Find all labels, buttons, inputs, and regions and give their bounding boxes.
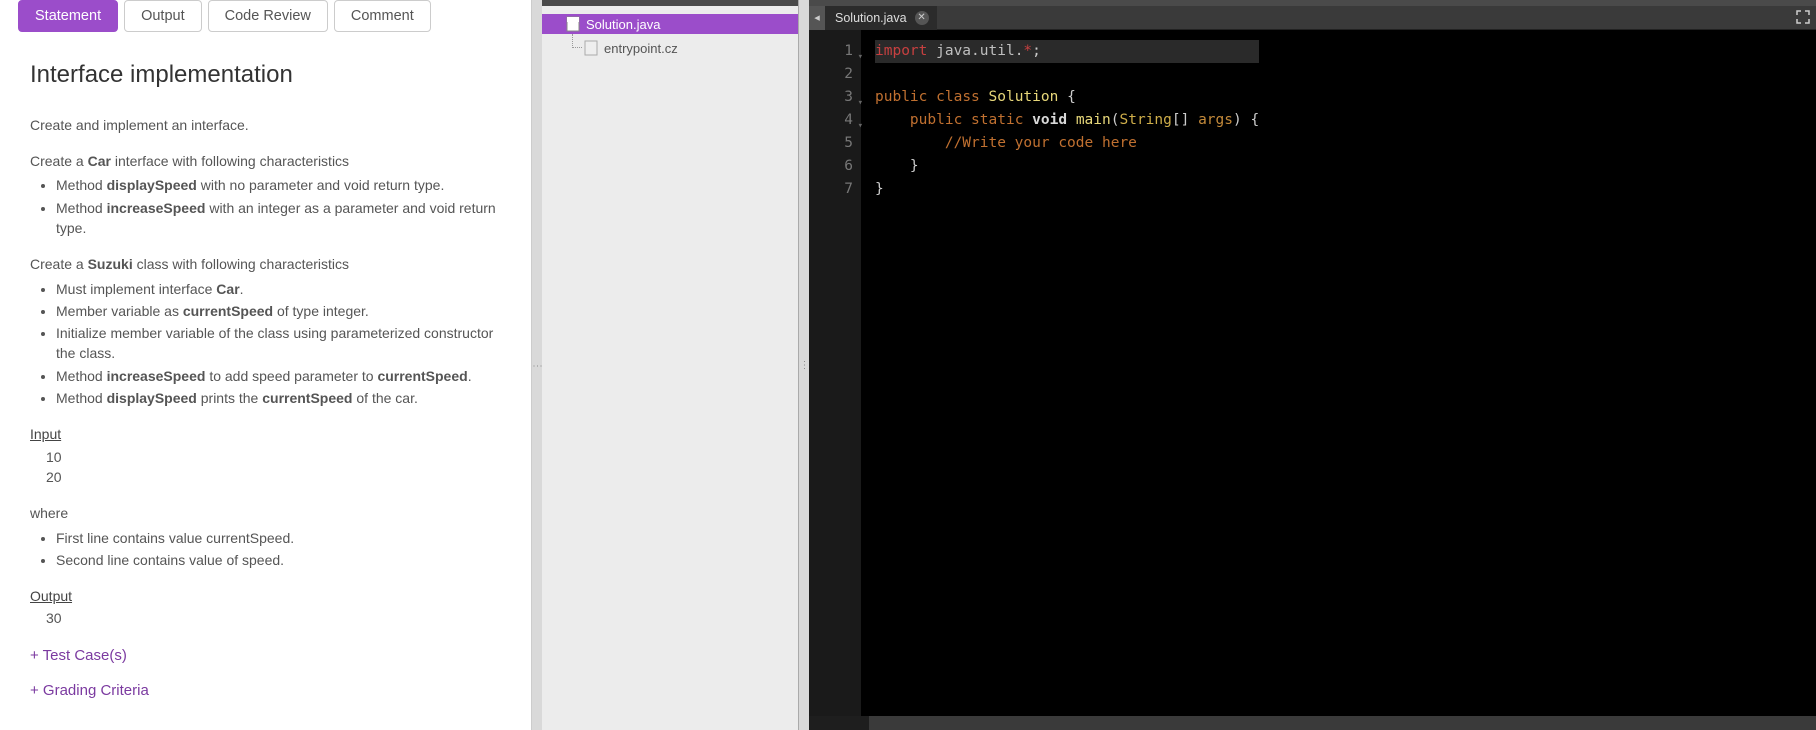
list-item: Member variable as currentSpeed of type …: [56, 301, 501, 321]
code-line: import java.util.*;: [875, 40, 1259, 63]
code-line: public class Solution {: [875, 86, 1259, 109]
statement-body: Interface implementation Create and impl…: [0, 32, 531, 730]
editor-tab-solution[interactable]: Solution.java ✕: [825, 6, 937, 30]
close-icon[interactable]: ✕: [915, 11, 929, 25]
line-gutter: 1▾ 2 3▾ 4▾ 5 6 7: [809, 30, 861, 716]
list-item: First line contains value currentSpeed.: [56, 528, 501, 548]
car-heading: Create a Car interface with following ch…: [30, 151, 501, 171]
tree-item-label: Solution.java: [586, 17, 660, 32]
list-item: Method increaseSpeed with an integer as …: [56, 198, 501, 239]
tree-toolbar: [542, 0, 798, 6]
file-tree-panel: Solution.java entrypoint.cz: [542, 0, 799, 730]
car-list: Method displaySpeed with no parameter an…: [30, 175, 501, 238]
code-line: }: [875, 178, 1259, 201]
input-label: Input: [30, 426, 61, 442]
suzuki-list: Must implement interface Car. Member var…: [30, 279, 501, 409]
tree-branch-line: [572, 34, 582, 48]
tab-code-review[interactable]: Code Review: [208, 0, 328, 32]
file-icon: [566, 16, 580, 32]
output-label: Output: [30, 588, 72, 604]
grading-expander[interactable]: + Grading Criteria: [30, 680, 501, 702]
tab-statement[interactable]: Statement: [18, 0, 118, 32]
list-item: Second line contains value of speed.: [56, 550, 501, 570]
vertical-splitter-left[interactable]: ⋮: [532, 0, 542, 730]
input-values: 10 20: [30, 447, 501, 488]
where-label: where: [30, 503, 501, 523]
testcases-expander[interactable]: + Test Case(s): [30, 645, 501, 667]
code-line: }: [875, 155, 1259, 178]
panel-tabs: Statement Output Code Review Comment: [0, 0, 531, 32]
list-item: Method displaySpeed with no parameter an…: [56, 175, 501, 195]
list-item: Must implement interface Car.: [56, 279, 501, 299]
problem-panel: Statement Output Code Review Comment Int…: [0, 0, 532, 730]
code-line: public static void main(String[] args) {: [875, 109, 1259, 132]
intro-text: Create and implement an interface.: [30, 115, 501, 135]
tab-comment[interactable]: Comment: [334, 0, 431, 32]
vertical-splitter-right[interactable]: ⋮: [799, 0, 809, 730]
where-list: First line contains value currentSpeed. …: [30, 528, 501, 571]
problem-title: Interface implementation: [30, 58, 501, 93]
fullscreen-icon[interactable]: [1794, 8, 1812, 26]
code-line: [875, 63, 1259, 86]
list-item: Initialize member variable of the class …: [56, 323, 501, 364]
output-values: 30: [30, 608, 501, 628]
list-item: Method increaseSpeed to add speed parame…: [56, 366, 501, 386]
code-editor-panel: ◂ Solution.java ✕ 1▾ 2 3▾ 4▾ 5 6 7 impor…: [809, 0, 1816, 730]
list-item: Method displaySpeed prints the currentSp…: [56, 388, 501, 408]
tab-scroll-left[interactable]: ◂: [809, 6, 825, 30]
tab-output[interactable]: Output: [124, 0, 202, 32]
horizontal-scrollbar[interactable]: [869, 716, 1816, 730]
tree-item-label: entrypoint.cz: [604, 41, 678, 56]
suzuki-heading: Create a Suzuki class with following cha…: [30, 254, 501, 274]
code-line: //Write your code here: [875, 132, 1259, 155]
code-area[interactable]: 1▾ 2 3▾ 4▾ 5 6 7 import java.util.*; pub…: [809, 30, 1816, 716]
code-content[interactable]: import java.util.*; public class Solutio…: [861, 30, 1259, 716]
editor-tab-label: Solution.java: [835, 11, 907, 25]
tree-item-solution[interactable]: Solution.java: [542, 14, 798, 34]
editor-tabbar: ◂ Solution.java ✕: [809, 6, 1816, 30]
file-icon: [584, 40, 598, 56]
